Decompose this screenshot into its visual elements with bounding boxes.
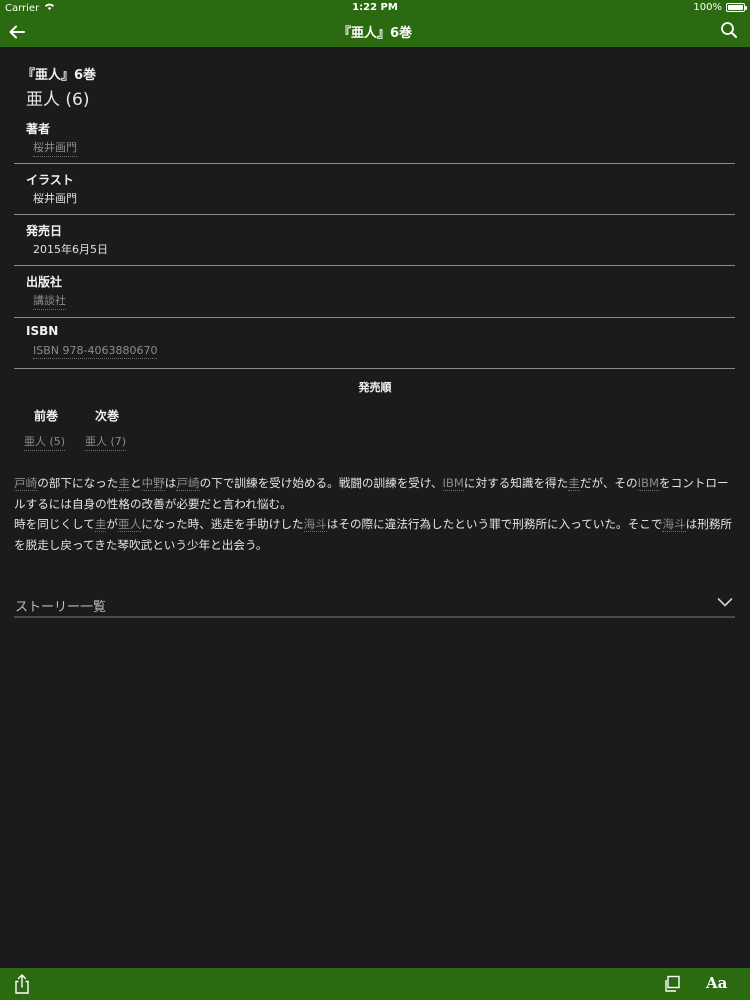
- share-icon[interactable]: [12, 973, 32, 995]
- synopsis-paragraph-1: 戸崎の部下になった圭と中野は戸崎の下で訓練を受け始める。戦闘の訓練を受け、IBM…: [14, 473, 736, 514]
- next-volume-label: 次巻: [95, 409, 120, 423]
- author-field: 著者 桜井画門: [14, 117, 735, 164]
- bottom-toolbar: Aa: [0, 968, 750, 1000]
- illustrator-label: イラスト: [26, 173, 74, 187]
- synopsis-link[interactable]: 戸崎: [14, 476, 38, 491]
- publisher-field: 出版社 講談社: [14, 266, 735, 318]
- synopsis-link[interactable]: 亜人: [118, 517, 142, 532]
- synopsis-text: 時を同じくして: [14, 517, 95, 531]
- copy-icon[interactable]: [663, 975, 681, 993]
- clock: 1:22 PM: [352, 2, 398, 13]
- status-bar: Carrier 1:22 PM 100%: [0, 0, 750, 16]
- isbn-label: ISBN: [26, 324, 59, 338]
- battery-icon: [726, 3, 747, 12]
- synopsis: 戸崎の部下になった圭と中野は戸崎の下で訓練を受け始める。戦闘の訓練を受け、IBM…: [14, 473, 736, 555]
- release-date-value: 2015年6月5日: [33, 243, 108, 256]
- synopsis-text: が: [106, 517, 119, 531]
- story-list-toggle[interactable]: ストーリー一覧: [14, 592, 735, 618]
- synopsis-link[interactable]: IBM: [637, 476, 659, 491]
- release-date-label: 発売日: [26, 224, 63, 238]
- story-list-label: ストーリー一覧: [15, 600, 107, 615]
- synopsis-link[interactable]: 海斗: [303, 517, 327, 532]
- text-size-button[interactable]: Aa: [706, 974, 727, 992]
- chevron-down-icon[interactable]: [717, 594, 733, 610]
- isbn-link[interactable]: ISBN 978-4063880670: [33, 344, 158, 359]
- release-order-heading: 発売順: [358, 381, 392, 394]
- synopsis-link[interactable]: 圭: [94, 517, 107, 532]
- synopsis-link[interactable]: 圭: [118, 476, 130, 491]
- synopsis-text: の部下になった: [37, 476, 119, 490]
- author-label: 著者: [26, 122, 51, 136]
- illustrator-field: イラスト 桜井画門: [14, 164, 735, 215]
- battery-percent: 100%: [693, 2, 722, 13]
- synopsis-link[interactable]: 戸崎: [176, 476, 200, 491]
- synopsis-text: は: [164, 476, 177, 490]
- search-icon[interactable]: [720, 21, 738, 39]
- navigation-bar: 『亜人』6巻: [0, 16, 750, 47]
- synopsis-link[interactable]: 圭: [568, 476, 580, 491]
- synopsis-text: になった時、逃走を手助けした: [141, 517, 304, 531]
- synopsis-text: に対する知識を得た: [463, 476, 569, 490]
- book-title: 『亜人』6巻: [22, 68, 97, 83]
- synopsis-link[interactable]: 海斗: [662, 517, 686, 532]
- author-link[interactable]: 桜井画門: [33, 139, 77, 157]
- synopsis-text: と: [129, 476, 142, 490]
- isbn-field: ISBN ISBN 978-4063880670: [14, 318, 735, 369]
- prev-volume-link[interactable]: 亜人 (5): [24, 433, 66, 451]
- book-subtitle: 亜人 (6): [26, 90, 90, 110]
- illustrator-value: 桜井画門: [33, 192, 77, 205]
- synopsis-text: の下で訓練を受け始める。戦闘の訓練を受け、: [199, 476, 443, 490]
- synopsis-paragraph-2: 時を同じくして圭が亜人になった時、逃走を手助けした海斗はその際に違法行為したとい…: [14, 514, 736, 555]
- synopsis-link[interactable]: IBM: [442, 476, 464, 491]
- synopsis-text: だが、その: [579, 476, 638, 490]
- prev-volume-label: 前巻: [34, 409, 59, 423]
- synopsis-text: はその際に違法行為したという罪で刑務所に入っていた。そこで: [326, 517, 663, 531]
- next-volume-link[interactable]: 亜人 (7): [85, 433, 127, 451]
- synopsis-link[interactable]: 中野: [141, 476, 165, 491]
- release-date-field: 発売日 2015年6月5日: [14, 215, 735, 266]
- publisher-link[interactable]: 講談社: [33, 292, 66, 310]
- nav-title: 『亜人』6巻: [337, 26, 413, 41]
- publisher-label: 出版社: [26, 275, 63, 289]
